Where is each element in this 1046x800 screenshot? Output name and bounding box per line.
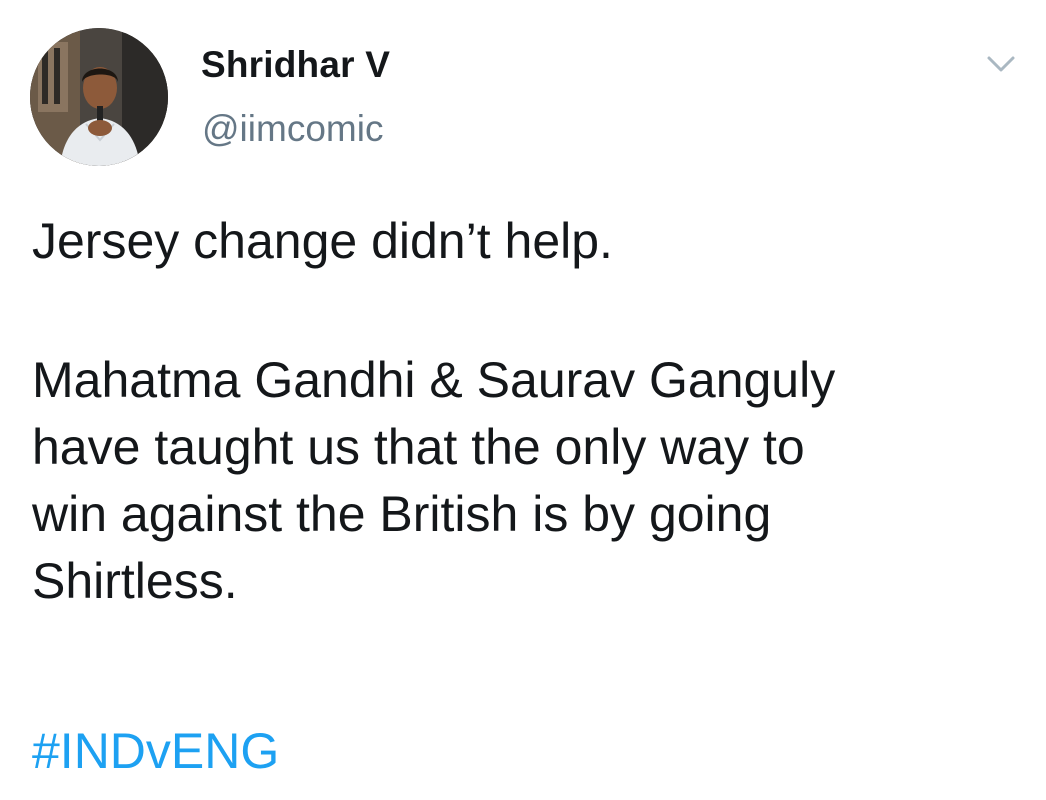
- avatar[interactable]: [30, 28, 168, 166]
- author-handle[interactable]: @iimcomic: [202, 108, 383, 150]
- tweet-text: Jersey change didn’t help. Mahatma Gandh…: [32, 208, 1012, 615]
- tweet-card: Shridhar V @iimcomic Jersey change didn’…: [0, 0, 1046, 800]
- paragraph-break: [32, 275, 1012, 347]
- tweet-text-line: win against the British is by going: [32, 486, 772, 542]
- hashtag-link[interactable]: #INDvENG: [32, 718, 279, 785]
- author-display-name[interactable]: Shridhar V: [201, 44, 390, 86]
- chevron-down-icon[interactable]: [984, 52, 1018, 76]
- tweet-text-line: Jersey change didn’t help.: [32, 213, 613, 269]
- tweet-text-line: Shirtless.: [32, 553, 238, 609]
- tweet-text-line: Mahatma Gandhi & Saurav Ganguly: [32, 352, 836, 408]
- avatar-photo: [30, 28, 168, 166]
- tweet-text-line: have taught us that the only way to: [32, 419, 805, 475]
